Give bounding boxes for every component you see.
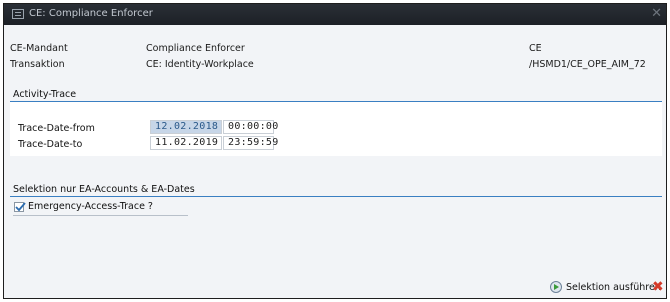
- mandant-label: CE-Mandant: [10, 43, 68, 54]
- window-title: CE: Compliance Enforcer: [29, 8, 153, 19]
- selektion-ausfuehren-label: Selektion ausführen: [566, 281, 661, 293]
- activity-trace-group-title: Activity-Trace: [13, 89, 77, 100]
- mandant-code: CE: [529, 43, 542, 54]
- transaktion-label: Transaktion: [10, 59, 65, 70]
- trace-date-to-date-field[interactable]: 11.02.2019: [150, 136, 222, 150]
- mandant-value: Compliance Enforcer: [146, 43, 245, 54]
- close-icon[interactable]: ✕: [651, 6, 662, 21]
- trace-date-to-label: Trace-Date-to: [18, 139, 83, 150]
- selektion-ausfuehren-button[interactable]: Selektion ausführen: [550, 281, 661, 293]
- transaktion-code: /HSMD1/CE_OPE_AIM_72: [529, 59, 646, 70]
- activity-trace-panel: [10, 102, 662, 156]
- cancel-icon[interactable]: ✖: [652, 279, 664, 295]
- trace-date-from-label: Trace-Date-from: [18, 123, 95, 134]
- checkmark-icon: [15, 202, 26, 212]
- trace-date-to-time-field[interactable]: 23:59:59: [223, 136, 278, 150]
- execute-icon: [550, 281, 562, 293]
- transaktion-value: CE: Identity-Workplace: [146, 59, 254, 70]
- selektion-group-title: Selektion nur EA-Accounts & EA-Dates: [13, 184, 195, 195]
- trace-date-from-time-field[interactable]: 00:00:00: [223, 120, 278, 134]
- trace-date-from-date-field[interactable]: 12.02.2018: [150, 120, 222, 134]
- checkbox-underline: [13, 215, 188, 216]
- compliance-enforcer-dialog: CE: Compliance Enforcer ✕ CE-Mandant Com…: [3, 3, 667, 299]
- title-bar: CE: Compliance Enforcer ✕: [4, 4, 666, 25]
- window-icon: [12, 9, 24, 19]
- emergency-access-trace-checkbox[interactable]: [14, 202, 26, 212]
- emergency-access-trace-label: Emergency-Access-Trace ?: [28, 201, 153, 212]
